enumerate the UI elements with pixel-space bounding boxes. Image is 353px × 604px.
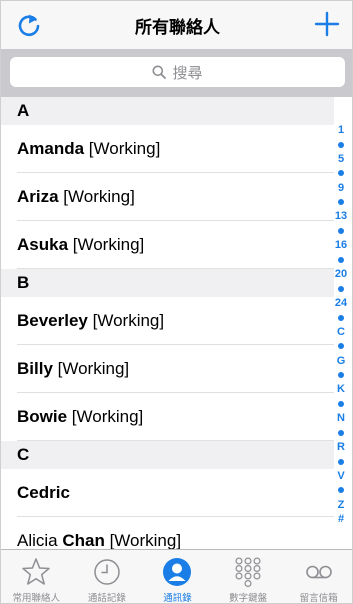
tab-label: 通訊錄 <box>163 593 192 604</box>
tab-clock[interactable]: 通話記錄 <box>72 550 143 604</box>
contact-status: [Working] <box>67 407 144 426</box>
search-bar: 搜尋 <box>1 49 352 97</box>
section-header: A <box>1 97 334 125</box>
index-item[interactable]: 1 <box>338 123 344 137</box>
index-item[interactable]: Z <box>338 498 345 512</box>
contact-row[interactable]: Alicia Chan [Working] <box>1 517 334 549</box>
contact-row[interactable]: Cedric <box>1 469 334 517</box>
contact-status: [Working] <box>68 235 145 254</box>
search-placeholder: 搜尋 <box>172 63 203 82</box>
tab-bar: 常用聯絡人 通話記錄 通訊錄 數字鍵盤 留言信箱 <box>1 549 352 604</box>
contact-status: [Working] <box>52 359 130 378</box>
star-icon <box>20 556 52 588</box>
contact-name: Bowie <box>17 407 68 426</box>
index-item[interactable]: G <box>337 354 346 368</box>
contact-name: Ariza <box>17 187 59 206</box>
contact-first-name: Alicia <box>17 531 63 549</box>
row-divider <box>17 440 334 441</box>
index-dot[interactable] <box>338 256 344 263</box>
contact-name: Amanda <box>17 139 85 158</box>
index-item[interactable]: # <box>338 512 344 526</box>
add-contact-icon[interactable] <box>314 11 340 37</box>
index-item[interactable]: 13 <box>335 209 347 223</box>
index-dot[interactable] <box>338 458 344 465</box>
contact-name: Beverley <box>17 311 88 330</box>
contact-row[interactable]: Ariza [Working] <box>1 173 334 221</box>
index-dot[interactable] <box>338 199 344 206</box>
row-divider <box>17 268 334 269</box>
index-item[interactable]: 20 <box>335 267 347 281</box>
index-dot[interactable] <box>338 343 344 350</box>
index-dot[interactable] <box>338 141 344 148</box>
tab-label: 常用聯絡人 <box>12 593 61 604</box>
contact-row[interactable]: Bowie [Working] <box>1 393 334 441</box>
index-dot[interactable] <box>338 228 344 235</box>
index-item[interactable]: 24 <box>335 296 347 310</box>
voicemail-icon <box>303 556 335 588</box>
tab-label: 數字鍵盤 <box>229 593 268 604</box>
index-item[interactable]: 9 <box>338 181 344 195</box>
contact-status: [Working] <box>58 187 135 206</box>
page-title: 所有聯絡人 <box>135 18 220 38</box>
section-header: B <box>1 269 334 297</box>
contact-row[interactable]: Asuka [Working] <box>1 221 334 269</box>
contact-name: Cedric <box>17 483 70 502</box>
tab-label: 留言信箱 <box>299 593 338 604</box>
contact-name: Asuka <box>17 235 69 254</box>
contact-list: A Amanda [Working] Ariza [Working] Asuka [W… <box>1 97 352 549</box>
search-input[interactable]: 搜尋 <box>10 57 345 87</box>
index-dot[interactable] <box>338 400 344 407</box>
clock-icon <box>91 556 123 588</box>
index-item[interactable]: N <box>337 411 345 425</box>
section-header: C <box>1 441 334 469</box>
tab-keypad[interactable]: 數字鍵盤 <box>213 550 284 604</box>
index-dot[interactable] <box>338 170 344 177</box>
tab-label: 通話記錄 <box>87 593 126 604</box>
index-item[interactable]: 5 <box>338 152 344 166</box>
nav-bar: 所有聯絡人 <box>1 1 352 49</box>
index-item[interactable]: R <box>337 440 345 454</box>
contact-row[interactable]: Beverley [Working] <box>1 297 334 345</box>
tab-voicemail[interactable]: 留言信箱 <box>283 550 352 604</box>
index-item[interactable]: 16 <box>335 238 347 252</box>
contact-name: Chan <box>62 531 105 549</box>
index-item[interactable]: K <box>337 382 345 396</box>
person-icon <box>161 556 193 588</box>
contact-row[interactable]: Billy [Working] <box>1 345 334 393</box>
tab-star[interactable]: 常用聯絡人 <box>1 550 72 604</box>
contact-status: [Working] <box>87 311 165 330</box>
index-dot[interactable] <box>338 314 344 321</box>
index-dot[interactable] <box>338 487 344 494</box>
index-dot[interactable] <box>338 429 344 436</box>
section-index[interactable]: 1 5 9 13 16 20 24 C G K N R V Z # <box>333 123 349 526</box>
contact-status: [Working] <box>84 139 161 158</box>
contact-name: Billy <box>17 359 53 378</box>
contact-status: [Working] <box>104 531 182 549</box>
keypad-icon <box>232 556 264 588</box>
search-icon <box>152 65 167 79</box>
index-dot[interactable] <box>338 285 344 292</box>
tab-person[interactable]: 通訊錄 <box>142 550 213 604</box>
index-item[interactable]: C <box>337 325 345 339</box>
index-item[interactable]: V <box>337 469 344 483</box>
contact-row[interactable]: Amanda [Working] <box>1 125 334 173</box>
app-frame: 所有聯絡人 搜尋 A Amanda [Working] Ariza [Working… <box>0 0 353 604</box>
index-dot[interactable] <box>338 372 344 379</box>
